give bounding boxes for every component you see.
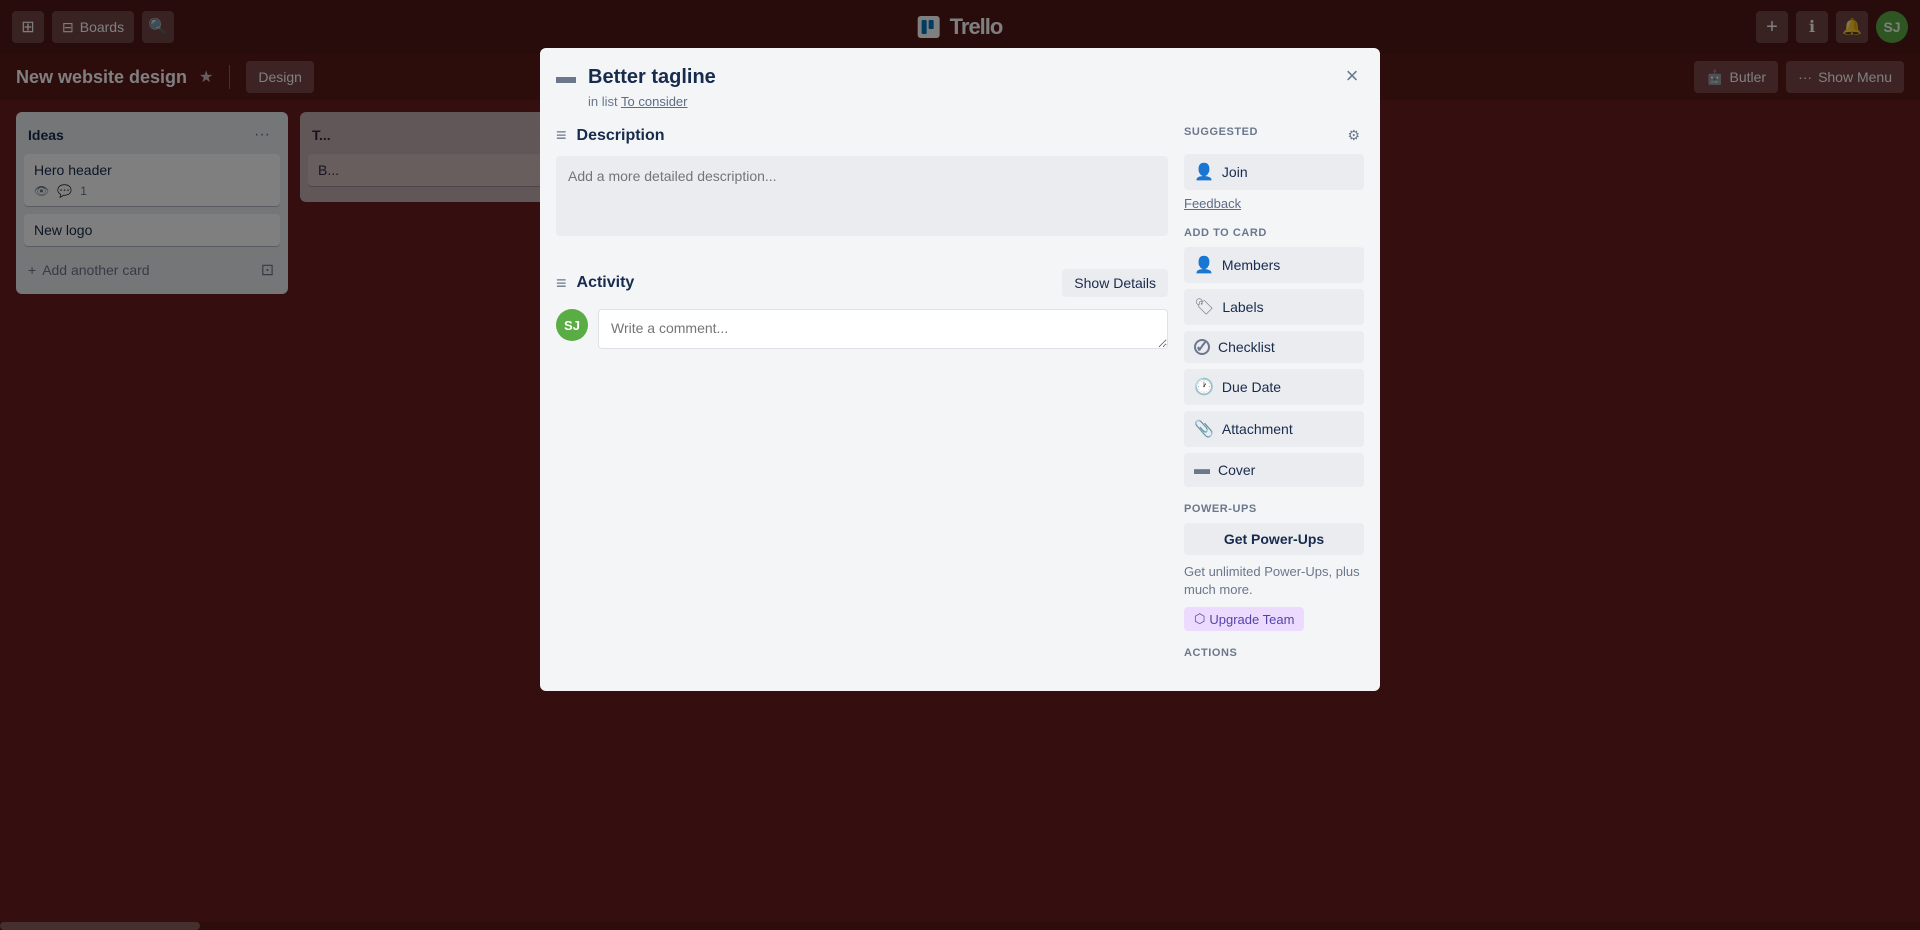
comment-avatar: SJ	[556, 309, 588, 341]
description-section: ≡ Description	[556, 125, 1168, 241]
modal-body: ≡ Description ≡ Activity Show Details	[556, 125, 1364, 667]
labels-button[interactable]: 🏷 Labels	[1184, 289, 1364, 325]
description-textarea[interactable]	[556, 156, 1168, 236]
suggested-section: SUGGESTED ⚙ 👤 Join Feedback	[1184, 125, 1364, 211]
labels-label: Labels	[1222, 299, 1263, 315]
add-to-card-label: ADD TO CARD	[1184, 227, 1364, 239]
comment-avatar-text: SJ	[564, 318, 580, 333]
description-title: Description	[577, 127, 665, 145]
upgrade-icon: ⬡	[1194, 611, 1205, 627]
suggested-header: SUGGESTED ⚙	[1184, 125, 1364, 146]
get-power-ups-label: Get Power-Ups	[1224, 531, 1324, 547]
cover-icon: ▬	[1194, 461, 1210, 479]
upgrade-label: Upgrade Team	[1209, 612, 1294, 627]
suggested-label: SUGGESTED	[1184, 126, 1258, 138]
power-ups-description: Get unlimited Power-Ups, plus much more.	[1184, 563, 1364, 599]
activity-header: ≡ Activity Show Details	[556, 269, 1168, 297]
power-ups-section: POWER-UPS Get Power-Ups Get unlimited Po…	[1184, 503, 1364, 631]
feedback-link[interactable]: Feedback	[1184, 196, 1364, 211]
list-name-link[interactable]: To consider	[621, 94, 687, 109]
show-details-button[interactable]: Show Details	[1062, 269, 1168, 297]
add-to-card-section: ADD TO CARD 👤 Members 🏷 Labels ✓ Checkli…	[1184, 227, 1364, 487]
modal-card-icon: ▬	[556, 66, 576, 89]
modal-title: Better tagline	[588, 64, 1364, 90]
checklist-label: Checklist	[1218, 339, 1275, 355]
due-date-button[interactable]: 🕐 Due Date	[1184, 369, 1364, 405]
modal-header: ▬ Better tagline in list To consider ×	[556, 64, 1364, 109]
activity-title: Activity	[577, 274, 635, 292]
modal-subtitle: in list To consider	[588, 94, 1364, 109]
attachment-button[interactable]: 📎 Attachment	[1184, 411, 1364, 447]
due-date-label: Due Date	[1222, 379, 1281, 395]
upgrade-team-button[interactable]: ⬡ Upgrade Team	[1184, 607, 1304, 631]
gear-icon: ⚙	[1347, 127, 1360, 143]
modal-main: ≡ Description ≡ Activity Show Details	[556, 125, 1168, 667]
description-icon: ≡	[556, 125, 567, 146]
actions-section: ACTIONS	[1184, 647, 1364, 659]
comment-row: SJ	[556, 309, 1168, 349]
cover-button[interactable]: ▬ Cover	[1184, 453, 1364, 487]
activity-icon: ≡	[556, 273, 567, 294]
attachment-label: Attachment	[1222, 421, 1293, 437]
activity-header-left: ≡ Activity	[556, 273, 634, 294]
description-header: ≡ Description	[556, 125, 1168, 146]
close-icon: ×	[1346, 63, 1359, 89]
due-date-icon: 🕐	[1194, 377, 1214, 397]
cover-label: Cover	[1218, 462, 1255, 478]
modal-overlay[interactable]: ▬ Better tagline in list To consider ×	[0, 0, 1920, 930]
modal-close-button[interactable]: ×	[1336, 60, 1368, 92]
members-label: Members	[1222, 257, 1280, 273]
join-label: Join	[1222, 164, 1248, 180]
comment-input[interactable]	[598, 309, 1168, 349]
in-list-label: in list	[588, 94, 618, 109]
attachment-icon: 📎	[1194, 419, 1214, 439]
join-icon: 👤	[1194, 162, 1214, 182]
card-detail-modal: ▬ Better tagline in list To consider ×	[540, 48, 1380, 691]
members-icon: 👤	[1194, 255, 1214, 275]
show-details-label: Show Details	[1074, 275, 1156, 291]
labels-icon: 🏷	[1194, 297, 1214, 317]
power-ups-label: POWER-UPS	[1184, 503, 1364, 515]
modal-title-block: Better tagline in list To consider	[588, 64, 1364, 109]
checklist-button[interactable]: ✓ Checklist	[1184, 331, 1364, 363]
actions-label: ACTIONS	[1184, 647, 1364, 659]
activity-section: ≡ Activity Show Details SJ	[556, 269, 1168, 349]
members-button[interactable]: 👤 Members	[1184, 247, 1364, 283]
get-power-ups-button[interactable]: Get Power-Ups	[1184, 523, 1364, 555]
join-button[interactable]: 👤 Join	[1184, 154, 1364, 190]
checklist-icon: ✓	[1194, 339, 1210, 355]
modal-sidebar: SUGGESTED ⚙ 👤 Join Feedback ADD TO CARD	[1184, 125, 1364, 667]
suggested-gear-button[interactable]: ⚙	[1343, 125, 1364, 146]
